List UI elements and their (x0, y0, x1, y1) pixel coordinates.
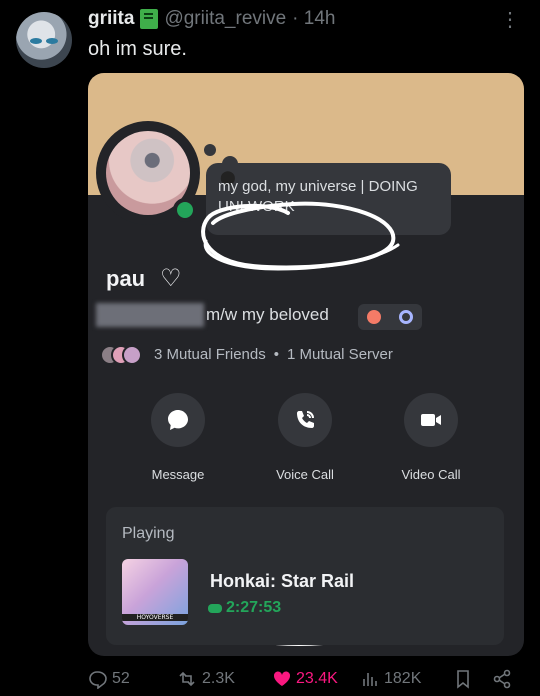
repost-button[interactable]: 2.3K (176, 669, 235, 689)
mutual-friends-link: 3 Mutual Friends (154, 346, 266, 363)
message-icon (151, 393, 205, 447)
bookmark-button[interactable] (454, 669, 472, 689)
reply-count: 52 (112, 670, 130, 687)
custom-status-text: my god, my universe | DOING UNI WORK (218, 178, 418, 215)
tweet-author-name[interactable]: griita (88, 8, 134, 30)
heart-filled-icon (273, 671, 291, 686)
view-count: 182K (384, 670, 422, 687)
game-elapsed: 2:27:53 (208, 599, 281, 617)
reply-icon (89, 671, 107, 689)
message-action: Message (124, 393, 232, 482)
reply-button[interactable]: 52 (88, 669, 130, 689)
green-book-icon (140, 9, 159, 29)
like-button[interactable]: 23.4K (272, 669, 338, 689)
tweet-text: oh im sure. (88, 38, 187, 60)
profile-badges (358, 304, 422, 330)
game-publisher-logo: HOYOVERSE (122, 614, 188, 621)
custom-status-bubble: ⬤ my god, my universe | DOING UNI WORK (206, 163, 451, 235)
like-count: 23.4K (296, 670, 338, 687)
nitro-badge-icon (367, 310, 381, 324)
online-status-icon (173, 198, 197, 222)
engagement-bar: 52 2.3K 23.4K 182K (88, 666, 528, 692)
profile-pronouns: m/w my beloved (206, 305, 329, 324)
activity-header: Playing (122, 525, 175, 542)
mutual-separator: • (273, 346, 279, 363)
video-camera-icon (404, 393, 458, 447)
repost-count: 2.3K (202, 670, 235, 687)
game-art-image: HOYOVERSE (122, 559, 188, 625)
tweet-author-avatar[interactable] (16, 12, 72, 68)
redacted-username (96, 303, 204, 327)
share-icon (493, 669, 511, 689)
share-button[interactable] (492, 669, 512, 689)
video-call-label: Video Call (401, 467, 461, 482)
controller-icon (208, 603, 222, 613)
views-icon (363, 673, 377, 686)
phone-icon (278, 393, 332, 447)
repost-icon (179, 671, 195, 687)
game-name: Honkai: Star Rail (210, 571, 355, 591)
views-button[interactable]: 182K (360, 669, 421, 689)
tweet-header: griita @griita_revive · 14h (88, 8, 335, 30)
more-options-icon[interactable]: ⋮ (500, 10, 520, 30)
voice-call-action: Voice Call (251, 393, 359, 482)
heart-icon: ♡ (160, 265, 182, 292)
elapsed-time: 2:27:53 (226, 599, 282, 616)
tweet-media-image[interactable]: ⬤ my god, my universe | DOING UNI WORK p… (88, 73, 524, 656)
video-call-action: Video Call (377, 393, 485, 482)
activity-card: Playing HOYOVERSE Honkai: Star Rail 2:27… (106, 507, 504, 645)
boost-badge-icon (399, 310, 413, 324)
thought-dot (204, 144, 216, 156)
bookmark-icon (457, 670, 469, 689)
tweet-author-handle[interactable]: @griita_revive (164, 8, 286, 30)
profile-display-name: pau (106, 266, 146, 291)
tweet-time[interactable]: · 14h (292, 8, 335, 30)
mutual-servers-link: 1 Mutual Server (286, 346, 393, 363)
mutual-friends-avatars (100, 345, 150, 365)
message-label: Message (151, 467, 205, 482)
mutual-avatar (122, 345, 142, 365)
voice-call-label: Voice Call (276, 467, 334, 482)
mutuals-row: 3 Mutual Friends • 1 Mutual Server (154, 346, 393, 363)
